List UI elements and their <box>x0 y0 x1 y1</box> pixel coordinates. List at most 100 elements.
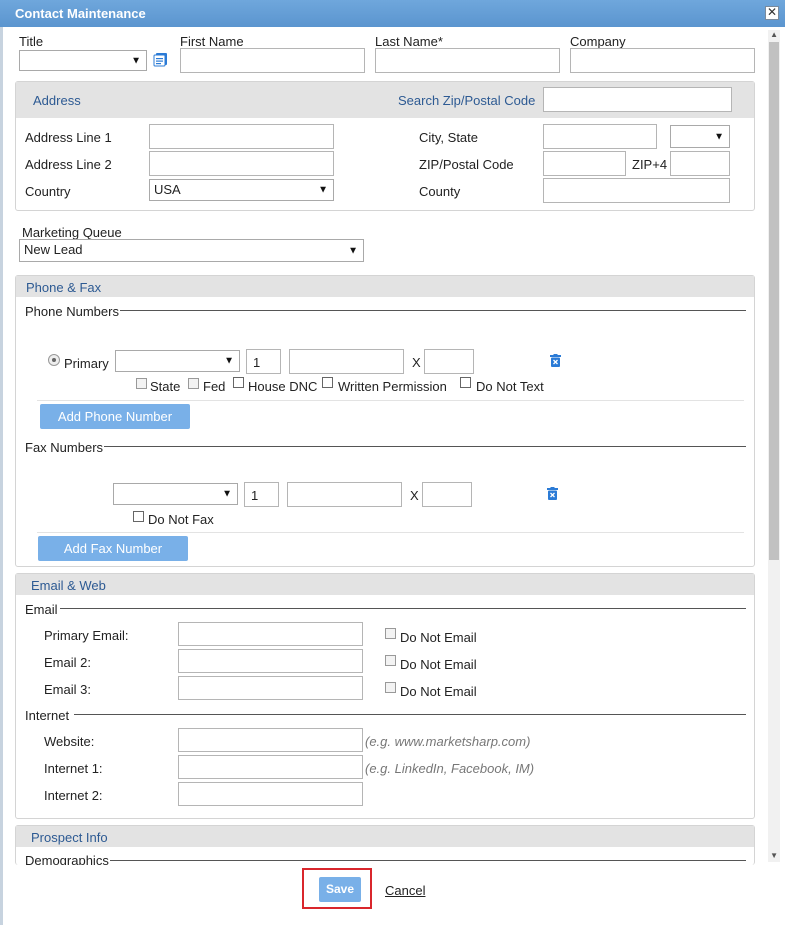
title-label: Title <box>19 34 44 49</box>
save-button[interactable]: Save <box>319 877 361 902</box>
zip-label: ZIP/Postal Code <box>419 157 514 172</box>
county-label: County <box>419 184 461 199</box>
fax-numbers-legend: Fax Numbers <box>25 440 104 455</box>
internet-legend: Internet <box>25 708 70 723</box>
email2-field[interactable] <box>178 649 363 673</box>
do-not-email-label-2: Do Not Email <box>400 657 477 672</box>
email-group-line <box>60 608 746 609</box>
state-select[interactable]: ▼ <box>670 125 730 148</box>
address-line2-field[interactable] <box>149 151 334 176</box>
internet-group-line <box>74 714 746 715</box>
state-checkbox[interactable] <box>136 378 147 389</box>
prospect-header <box>16 826 754 847</box>
phone-number-field[interactable] <box>289 349 404 374</box>
dialog-left-edge <box>0 27 3 925</box>
fax-number-field[interactable] <box>287 482 402 507</box>
country-value: USA <box>154 182 181 197</box>
demographics-group-line <box>110 860 746 861</box>
primary-email-field[interactable] <box>178 622 363 646</box>
zip4-label: ZIP+4 <box>632 157 668 172</box>
phone-country-code[interactable]: 1 <box>246 349 281 374</box>
demographics-legend: Demographics <box>25 853 109 865</box>
city-field[interactable] <box>543 124 657 149</box>
scroll-down-icon[interactable]: ▼ <box>770 851 778 860</box>
last-name-label: Last Name* <box>375 34 443 49</box>
county-field[interactable] <box>543 178 730 203</box>
do-not-email-label-1: Do Not Email <box>400 630 477 645</box>
first-name-label: First Name <box>180 34 244 49</box>
search-zip-input[interactable] <box>543 87 732 112</box>
country-select[interactable]: USA ▼ <box>149 179 334 201</box>
do-not-fax-checkbox[interactable] <box>133 511 144 522</box>
add-fax-button[interactable]: Add Fax Number <box>38 536 188 561</box>
chevron-down-icon: ▼ <box>222 488 232 500</box>
title-select[interactable]: ▼ <box>19 50 147 71</box>
fax-group-line <box>104 446 746 447</box>
trash-icon[interactable] <box>547 487 558 503</box>
address-line1-field[interactable] <box>149 124 334 149</box>
window-title: Contact Maintenance <box>0 0 785 27</box>
website-field[interactable] <box>178 728 363 752</box>
email-web-panel <box>15 573 755 819</box>
written-permission-label: Written Permission <box>338 379 447 394</box>
company-field[interactable] <box>570 48 755 73</box>
country-label: Country <box>25 184 71 199</box>
do-not-email-label-3: Do Not Email <box>400 684 477 699</box>
add-phone-button[interactable]: Add Phone Number <box>40 404 190 429</box>
marketing-queue-select[interactable]: New Lead ▼ <box>19 239 364 262</box>
company-label: Company <box>570 34 626 49</box>
state-label: State <box>150 379 181 394</box>
written-permission-checkbox[interactable] <box>322 377 333 388</box>
phone-fax-title: Phone & Fax <box>26 280 102 295</box>
fed-checkbox[interactable] <box>188 378 199 389</box>
chevron-down-icon: ▼ <box>131 55 141 66</box>
city-state-label: City, State <box>419 130 479 145</box>
house-dnc-label: House DNC <box>248 379 318 394</box>
phone-group-line <box>120 310 746 311</box>
email3-field[interactable] <box>178 676 363 700</box>
fax-separator <box>37 532 744 533</box>
primary-label: Primary <box>64 356 109 371</box>
fed-label: Fed <box>203 379 226 394</box>
trash-icon[interactable] <box>550 354 561 370</box>
primary-radio[interactable] <box>48 354 60 366</box>
zip-field[interactable] <box>543 151 626 176</box>
demographics-clip: Demographics <box>16 848 756 865</box>
radio-dot <box>52 358 56 362</box>
do-not-fax-label: Do Not Fax <box>148 512 214 527</box>
chevron-down-icon: ▼ <box>714 131 724 142</box>
do-not-email-checkbox-3[interactable] <box>385 682 396 693</box>
zip4-field[interactable] <box>670 151 730 176</box>
close-icon[interactable]: ✕ <box>765 6 779 20</box>
email-web-title: Email & Web <box>31 578 106 593</box>
internet2-field[interactable] <box>178 782 363 806</box>
address-line2-label: Address Line 2 <box>25 157 112 172</box>
primary-email-label: Primary Email: <box>44 628 129 643</box>
email2-label: Email 2: <box>44 655 91 670</box>
phone-type-select[interactable]: ▼ <box>115 350 240 372</box>
internet2-label: Internet 2: <box>44 788 103 803</box>
marketing-queue-label: Marketing Queue <box>22 225 122 240</box>
do-not-email-checkbox-2[interactable] <box>385 655 396 666</box>
scroll-up-icon[interactable]: ▲ <box>770 30 778 39</box>
internet1-field[interactable] <box>178 755 363 779</box>
do-not-text-label: Do Not Text <box>476 379 544 394</box>
fax-country-code[interactable]: 1 <box>244 482 279 507</box>
fax-type-select[interactable]: ▼ <box>113 483 238 505</box>
title-list-icon[interactable] <box>153 52 168 67</box>
phone-separator <box>37 400 744 401</box>
phone-ext-field[interactable] <box>424 349 474 374</box>
first-name-field[interactable] <box>180 48 365 73</box>
last-name-field[interactable] <box>375 48 560 73</box>
house-dnc-checkbox[interactable] <box>233 377 244 388</box>
website-hint: (e.g. www.marketsharp.com) <box>365 734 531 749</box>
phone-ext-label: X <box>412 355 421 370</box>
scrollbar-thumb[interactable] <box>769 42 779 560</box>
email-web-header <box>16 574 754 595</box>
fax-ext-field[interactable] <box>422 482 472 507</box>
website-label: Website: <box>44 734 95 749</box>
cancel-link[interactable]: Cancel <box>385 883 425 898</box>
do-not-text-checkbox[interactable] <box>460 377 471 388</box>
do-not-email-checkbox-1[interactable] <box>385 628 396 639</box>
email-legend: Email <box>25 602 58 617</box>
